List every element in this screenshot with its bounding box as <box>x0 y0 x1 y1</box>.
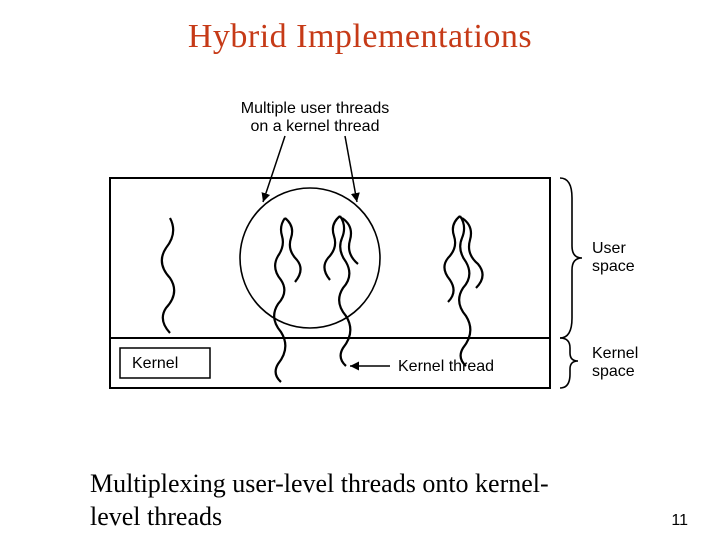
top-label-line1: Multiple user threads <box>241 100 390 117</box>
kernel-thread-icon <box>274 218 285 382</box>
user-thread-icon <box>444 216 460 302</box>
user-space-label-1: User <box>592 240 626 257</box>
page-number: 11 <box>671 512 688 530</box>
kernel-thread-label: Kernel thread <box>398 358 494 375</box>
kernel-space-label-2: space <box>592 363 635 380</box>
brace-kernel-space <box>560 338 578 388</box>
user-space-label-2: space <box>592 258 635 275</box>
top-label-line2: on a kernel thread <box>251 118 380 135</box>
slide-title: Hybrid Implementations <box>0 18 720 56</box>
kernel-thread-icon <box>459 216 470 366</box>
caption-line2: level threads <box>90 502 222 531</box>
user-thread-icon <box>162 218 174 333</box>
caption-line1: Multiplexing user-level threads onto ker… <box>90 469 549 498</box>
caption: Multiplexing user-level threads onto ker… <box>90 468 650 533</box>
kernel-space-label-1: Kernel <box>592 345 638 362</box>
arrow-top-right <box>345 136 357 202</box>
kernel-thread-icon <box>339 216 350 366</box>
user-thread-icon <box>324 216 340 280</box>
brace-user-space <box>560 178 582 338</box>
kernel-label: Kernel <box>132 355 178 372</box>
arrow-top-left <box>263 136 285 202</box>
diagram: Kernel Multiple user threads on a kernel… <box>0 98 720 428</box>
thread-group-circle <box>240 188 380 328</box>
user-thread-icon <box>285 218 301 282</box>
